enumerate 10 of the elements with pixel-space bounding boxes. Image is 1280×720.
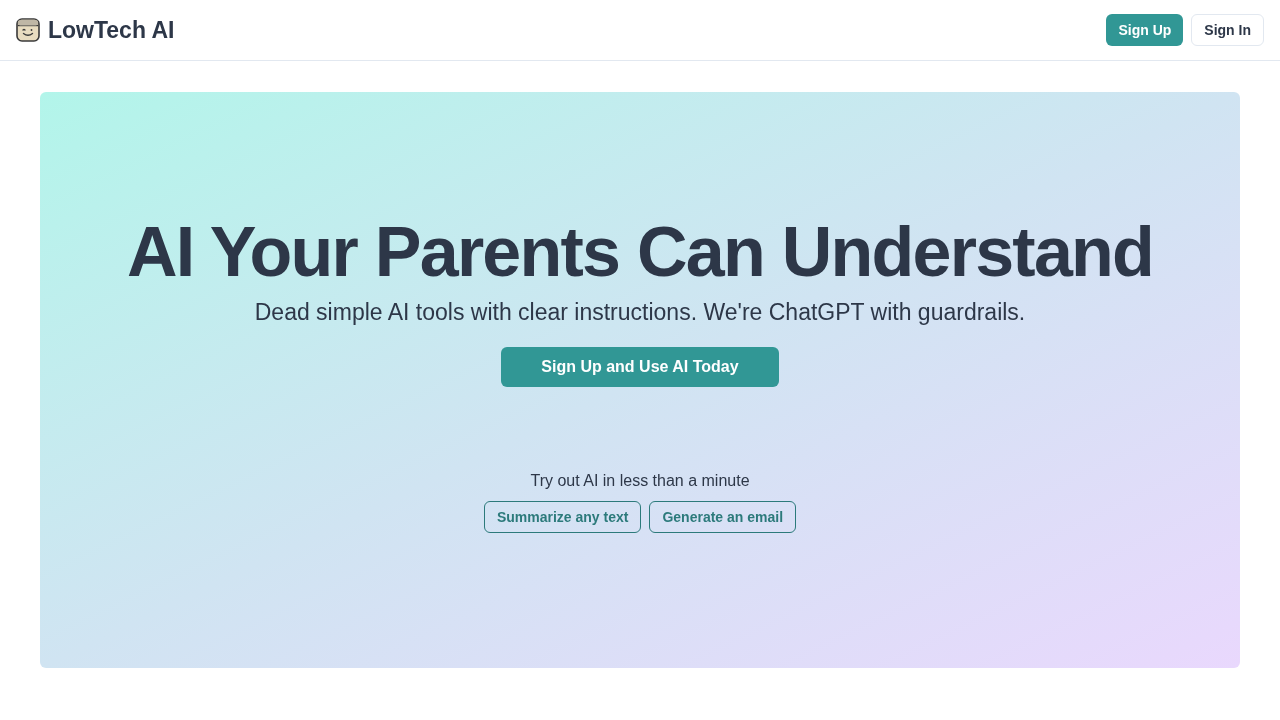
smiling-face-icon: [16, 18, 40, 42]
hero-subtitle: Dead simple AI tools with clear instructions. We're ChatGPT with guardrails.: [254, 298, 1026, 327]
tryout-label: Try out AI in less than a minute: [530, 471, 750, 491]
tryout-button[interactable]: Summarize any text: [483, 501, 642, 533]
sign-up-button[interactable]: Sign Up: [1106, 14, 1184, 46]
tryout-button[interactable]: Generate an email: [649, 501, 797, 533]
cta-button[interactable]: Sign Up and Use AI Today: [501, 347, 779, 387]
hero-title: AI Your Parents Can Understand: [126, 212, 1154, 293]
sign-in-button[interactable]: Sign In: [1191, 14, 1264, 46]
brand-name[interactable]: LowTech AI: [48, 12, 175, 48]
